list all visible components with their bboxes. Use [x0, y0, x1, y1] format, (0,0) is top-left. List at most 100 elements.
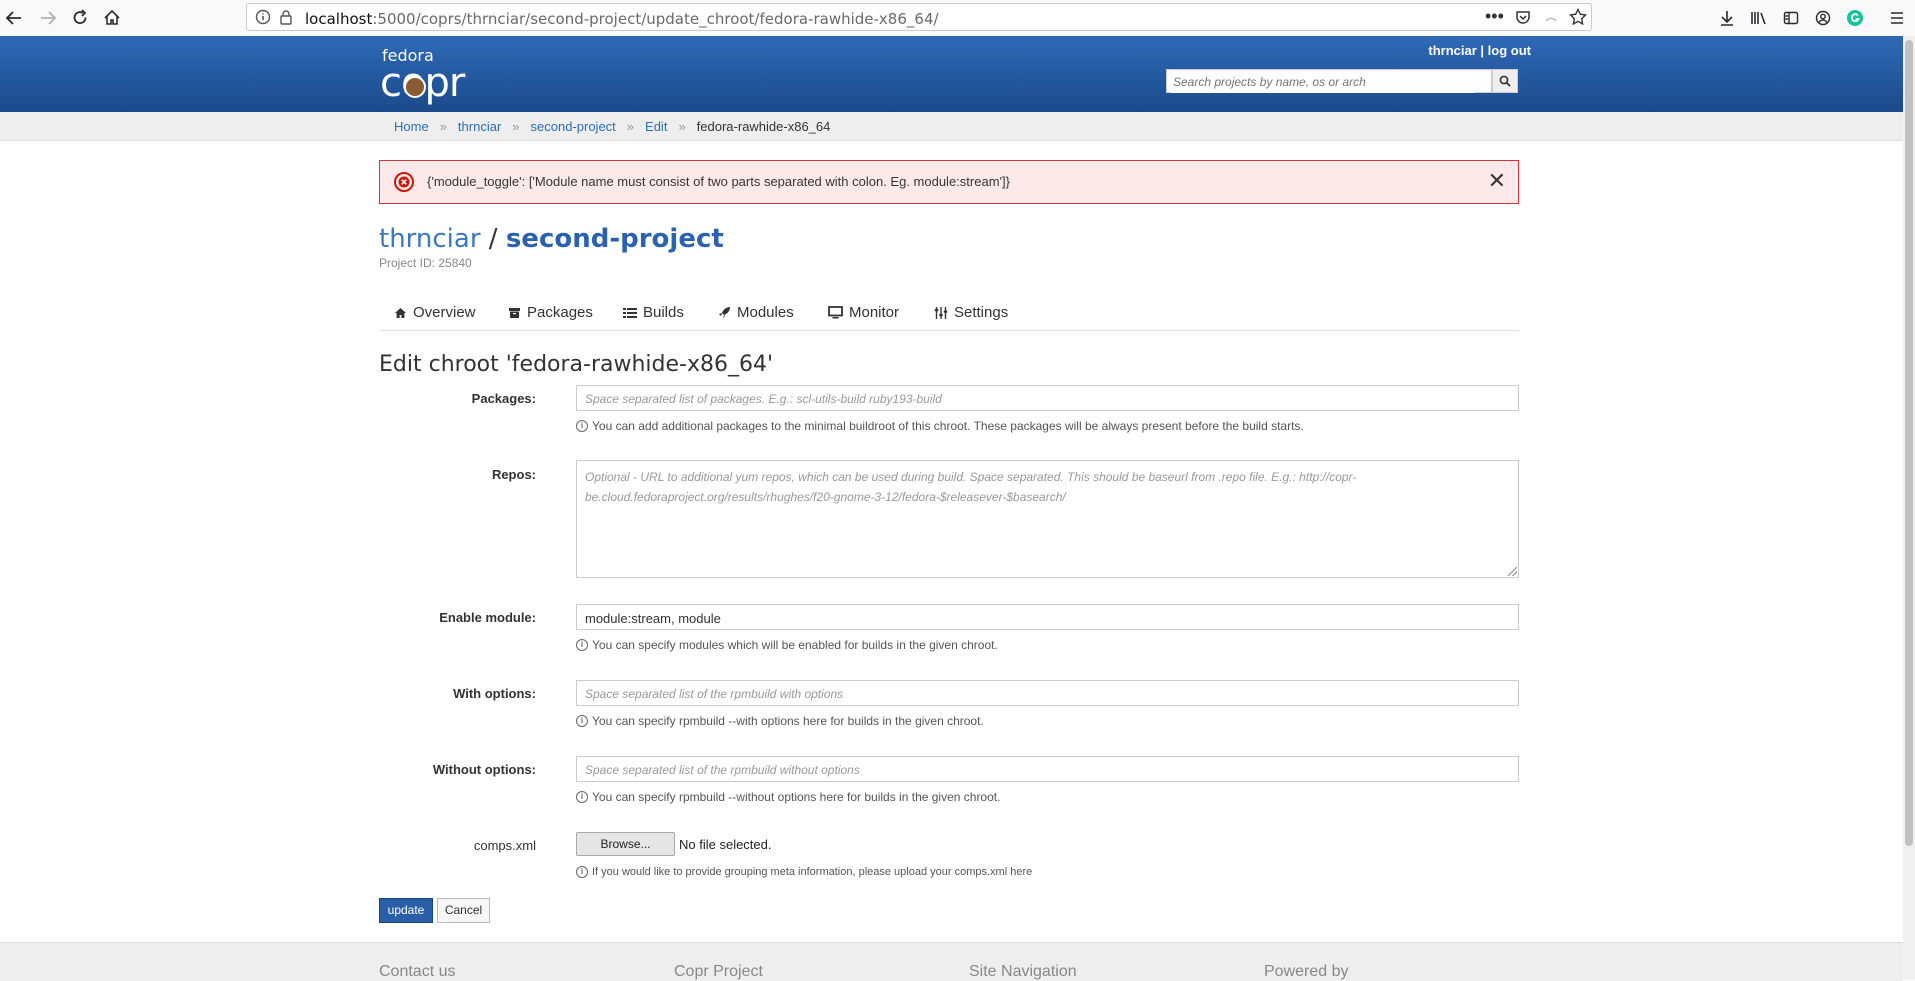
home-icon[interactable]: [98, 4, 126, 32]
url-bar[interactable]: localhost:5000/coprs/thrnciar/second-pro…: [246, 3, 1592, 31]
site-footer: Contact us Copr Project Site Navigation …: [0, 942, 1903, 981]
back-icon[interactable]: [0, 4, 28, 32]
menu-icon[interactable]: [1884, 5, 1910, 31]
user-links: thrnciar | log out: [1428, 43, 1531, 58]
tab-monitor[interactable]: Monitor: [828, 304, 899, 321]
tab-packages[interactable]: Packages: [508, 304, 593, 321]
packages-help: i You can add additional packages to the…: [576, 419, 1304, 433]
user-separator: |: [1480, 43, 1485, 58]
search-box: [1166, 69, 1492, 93]
project-title: thrnciar / second-project: [379, 224, 724, 254]
page-actions-icon[interactable]: •••: [1485, 6, 1504, 27]
monitor-icon: [828, 306, 843, 319]
grammarly-icon[interactable]: [1842, 5, 1868, 31]
copr-logo[interactable]: fedora copr: [380, 48, 465, 104]
url-host: localhost: [305, 10, 373, 28]
url-path: :5000/coprs/thrnciar/second-project/upda…: [372, 10, 939, 28]
breadcrumb-separator: »: [626, 119, 635, 134]
resize-handle-icon[interactable]: [1508, 567, 1517, 576]
search-button[interactable]: [1492, 69, 1518, 93]
pocket-icon[interactable]: [1515, 9, 1531, 28]
with-options-input[interactable]: [583, 681, 1517, 707]
bookmark-star-icon[interactable]: [1569, 7, 1587, 29]
browse-button[interactable]: Browse...: [576, 832, 675, 856]
archive-icon: [509, 307, 520, 318]
no-file-text: No file selected.: [679, 837, 772, 852]
without-options-field: [576, 756, 1519, 783]
breadcrumb-edit[interactable]: Edit: [645, 119, 667, 134]
breadcrumb-current: fedora-rawhide-x86_64: [696, 119, 831, 134]
scrollbar-thumb[interactable]: [1905, 40, 1913, 846]
forward-icon[interactable]: [34, 4, 62, 32]
repos-field: [576, 460, 1519, 578]
downloads-icon[interactable]: [1714, 5, 1740, 31]
info-circle-icon: i: [576, 791, 588, 803]
info-circle-icon: i: [576, 639, 588, 651]
enable-module-label: Enable module:: [439, 610, 536, 625]
breadcrumb-home[interactable]: Home: [394, 119, 429, 134]
home-icon: [395, 307, 406, 318]
footer-navigation-heading: Site Navigation: [969, 963, 1077, 980]
repos-textarea[interactable]: [583, 465, 1517, 573]
search-icon: [1499, 75, 1511, 87]
page-scrollbar[interactable]: [1903, 36, 1915, 980]
packages-field: [576, 385, 1519, 412]
project-id: Project ID: 25840: [379, 256, 472, 270]
tab-overview[interactable]: Overview: [394, 304, 476, 321]
lock-icon: [279, 9, 293, 28]
tab-modules[interactable]: Modules: [718, 304, 794, 321]
logout-link[interactable]: log out: [1488, 43, 1531, 58]
alert-message: {'module_toggle': ['Module name must con…: [427, 174, 1010, 189]
tab-settings[interactable]: Settings: [934, 304, 1008, 321]
with-options-label: With options:: [453, 686, 536, 701]
info-circle-icon: i: [576, 420, 588, 432]
reload-icon[interactable]: [66, 4, 94, 32]
packages-help-text: You can add additional packages to the m…: [592, 419, 1304, 433]
tab-builds[interactable]: Builds: [623, 304, 684, 321]
form-title: Edit chroot 'fedora-rawhide-x86_64': [379, 352, 774, 377]
footer-powered-heading: Powered by: [1264, 963, 1349, 980]
sliders-icon: [934, 306, 948, 319]
account-icon[interactable]: [1810, 5, 1836, 31]
tab-settings-label: Settings: [954, 304, 1009, 321]
breadcrumb-separator: »: [512, 119, 520, 134]
info-circle-icon: i: [576, 715, 588, 727]
error-alert: {'module_toggle': ['Module name must con…: [379, 160, 1519, 204]
without-options-help-text: You can specify rpmbuild --without optio…: [592, 790, 1001, 804]
error-circle-icon: [393, 171, 415, 196]
sidebar-icon[interactable]: [1778, 5, 1804, 31]
info-circle-icon: i: [576, 866, 588, 878]
tab-builds-label: Builds: [643, 304, 684, 321]
comps-help-text: If you would like to provide grouping me…: [592, 866, 1033, 878]
comps-help: i If you would like to provide grouping …: [576, 866, 1032, 878]
search-input[interactable]: [1171, 71, 1475, 93]
tab-monitor-label: Monitor: [849, 304, 900, 321]
without-options-input[interactable]: [583, 757, 1517, 783]
coffee-bean-icon: [404, 76, 426, 98]
info-icon[interactable]: [255, 9, 271, 28]
enable-module-help-text: You can specify modules which will be en…: [592, 638, 998, 652]
tab-packages-label: Packages: [527, 304, 593, 321]
footer-copr-heading: Copr Project: [674, 963, 763, 980]
url-text[interactable]: localhost:5000/coprs/thrnciar/second-pro…: [305, 10, 939, 28]
update-button[interactable]: update: [379, 898, 433, 923]
breadcrumb-owner[interactable]: thrnciar: [458, 119, 501, 134]
packages-label: Packages:: [471, 391, 536, 406]
enable-module-input[interactable]: [583, 605, 1517, 631]
site-header: [0, 36, 1903, 112]
enable-module-field: [576, 604, 1519, 631]
breadcrumb-separator: »: [439, 119, 447, 134]
packages-input[interactable]: [583, 386, 1517, 412]
breadcrumb-project[interactable]: second-project: [531, 119, 616, 134]
project-name-link[interactable]: second-project: [506, 224, 724, 254]
footer-contact-heading: Contact us: [379, 963, 456, 980]
breadcrumb-separator: »: [678, 119, 686, 134]
with-options-help-text: You can specify rpmbuild --with options …: [592, 714, 984, 728]
close-icon[interactable]: ✕: [1488, 170, 1506, 192]
project-owner-link[interactable]: thrnciar: [379, 224, 481, 254]
library-icon[interactable]: [1746, 5, 1772, 31]
reader-icon[interactable]: [1543, 9, 1559, 28]
with-options-field: [576, 680, 1519, 707]
cancel-button[interactable]: Cancel: [437, 898, 490, 923]
username-link[interactable]: thrnciar: [1428, 43, 1476, 58]
